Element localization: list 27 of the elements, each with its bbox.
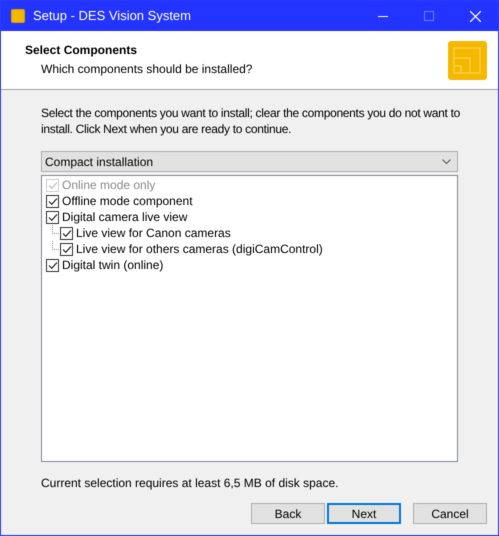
component-label: Digital twin (online): [62, 257, 164, 274]
wizard-button[interactable]: Cancel: [413, 503, 487, 524]
tree-line-icon: [52, 225, 59, 234]
maximize-icon: [424, 11, 434, 21]
checkbox[interactable]: [46, 258, 59, 272]
wizard-button[interactable]: Back: [251, 503, 325, 524]
page-title: Select Components: [25, 42, 138, 59]
component-label: Live view for Canon cameras: [76, 225, 231, 242]
chevron-down-icon: [442, 159, 451, 164]
tree-line-icon: [52, 241, 59, 250]
checkbox[interactable]: [60, 242, 73, 256]
setup-type-dropdown[interactable]: Compact installation: [41, 151, 458, 172]
component-label: Digital camera live view: [62, 209, 188, 226]
component-label: Live view for others cameras (digiCamControl): [76, 241, 323, 258]
window-title: Setup - DES Vision System: [33, 7, 191, 26]
checkbox[interactable]: [46, 194, 59, 208]
app-icon: [11, 9, 25, 23]
checkbox[interactable]: [60, 226, 73, 240]
setup-logo-icon: [448, 41, 487, 80]
disk-space-text: Current selection requires at least 6,5 MB of disk space.: [41, 475, 340, 492]
page-subtitle: Which components should be installed?: [41, 61, 252, 78]
wizard-button[interactable]: Next: [327, 503, 401, 524]
close-icon: [470, 10, 480, 22]
component-label: Offline mode component: [62, 193, 193, 210]
checkbox[interactable]: [46, 210, 59, 224]
component-label: Online mode only: [62, 177, 156, 194]
instructions-text: Select the components you want to install; clear the components you do not want to install. Click Next when you are ready to continue.: [41, 105, 461, 137]
